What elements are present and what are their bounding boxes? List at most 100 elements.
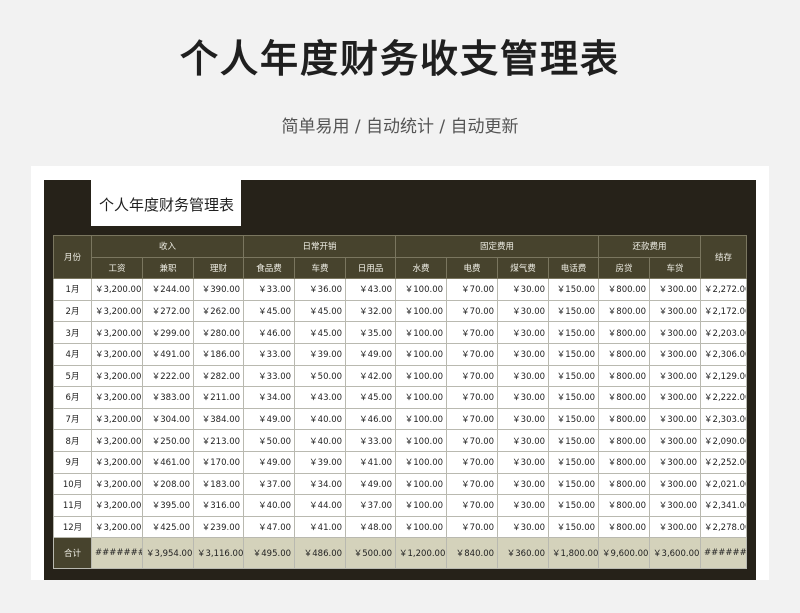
value-cell[interactable]: ￥150.00 (548, 342, 600, 366)
value-cell[interactable]: ￥41.00 (294, 515, 347, 539)
header-repay[interactable]: 还款费用 (598, 235, 702, 258)
value-cell[interactable]: ￥44.00 (294, 494, 347, 517)
subheader-cell[interactable]: 工资 (91, 256, 143, 280)
value-cell[interactable]: ￥280.00 (192, 321, 245, 344)
value-cell[interactable]: ￥39.00 (294, 450, 347, 474)
value-cell[interactable]: ￥40.00 (294, 429, 347, 452)
total-value-cell[interactable]: ######### (91, 537, 143, 570)
subheader-cell[interactable]: 日用品 (345, 256, 397, 280)
total-value-cell[interactable]: ￥1,800.00 (548, 537, 600, 570)
value-cell[interactable]: ￥300.00 (649, 450, 702, 474)
value-cell[interactable]: ￥30.00 (497, 429, 550, 452)
value-cell[interactable]: ￥211.00 (192, 386, 245, 409)
value-cell[interactable]: ￥70.00 (446, 342, 499, 366)
value-cell[interactable]: ￥35.00 (345, 321, 397, 344)
value-cell[interactable]: ￥300.00 (649, 299, 702, 323)
subheader-cell[interactable]: 房贷 (598, 256, 651, 280)
value-cell[interactable]: ￥300.00 (649, 515, 702, 539)
value-cell[interactable]: ￥299.00 (142, 321, 194, 344)
value-cell[interactable]: ￥3,200.00 (91, 321, 143, 344)
value-cell[interactable]: ￥45.00 (294, 299, 347, 323)
header-fixed[interactable]: 固定费用 (395, 235, 600, 258)
value-cell[interactable]: ￥70.00 (446, 364, 499, 388)
value-cell[interactable]: ￥3,200.00 (91, 407, 143, 431)
month-cell[interactable]: 6月 (53, 386, 92, 409)
sheet-title-cell[interactable]: 个人年度财务管理表 (91, 180, 241, 226)
total-label-cell[interactable]: 合计 (53, 537, 92, 570)
value-cell[interactable]: ￥150.00 (548, 407, 600, 431)
month-cell[interactable]: 9月 (53, 450, 92, 474)
value-cell[interactable]: ￥383.00 (142, 386, 194, 409)
value-cell[interactable]: ￥2,303.00 (700, 407, 748, 431)
value-cell[interactable]: ￥3,200.00 (91, 429, 143, 452)
value-cell[interactable]: ￥70.00 (446, 386, 499, 409)
value-cell[interactable]: ￥213.00 (192, 429, 245, 452)
value-cell[interactable]: ￥150.00 (548, 494, 600, 517)
total-value-cell[interactable]: ￥360.00 (497, 537, 550, 570)
value-cell[interactable]: ￥150.00 (548, 364, 600, 388)
total-value-cell[interactable]: ￥500.00 (345, 537, 397, 570)
value-cell[interactable]: ￥800.00 (598, 472, 651, 496)
value-cell[interactable]: ￥316.00 (192, 494, 245, 517)
value-cell[interactable]: ￥36.00 (294, 278, 347, 301)
value-cell[interactable]: ￥49.00 (243, 407, 296, 431)
value-cell[interactable]: ￥800.00 (598, 342, 651, 366)
value-cell[interactable]: ￥300.00 (649, 321, 702, 344)
subheader-cell[interactable]: 水费 (395, 256, 448, 280)
value-cell[interactable]: ￥30.00 (497, 472, 550, 496)
total-value-cell[interactable]: ￥3,954.00 (142, 537, 194, 570)
value-cell[interactable]: ￥33.00 (345, 429, 397, 452)
value-cell[interactable]: ￥800.00 (598, 450, 651, 474)
value-cell[interactable]: ￥300.00 (649, 278, 702, 301)
month-cell[interactable]: 5月 (53, 364, 92, 388)
value-cell[interactable]: ￥3,200.00 (91, 386, 143, 409)
value-cell[interactable]: ￥300.00 (649, 342, 702, 366)
value-cell[interactable]: ￥300.00 (649, 429, 702, 452)
value-cell[interactable]: ￥2,272.00 (700, 278, 748, 301)
value-cell[interactable]: ￥49.00 (345, 472, 397, 496)
value-cell[interactable]: ￥2,341.00 (700, 494, 748, 517)
month-cell[interactable]: 10月 (53, 472, 92, 496)
value-cell[interactable]: ￥3,200.00 (91, 364, 143, 388)
value-cell[interactable]: ￥30.00 (497, 321, 550, 344)
value-cell[interactable]: ￥100.00 (395, 386, 448, 409)
value-cell[interactable]: ￥70.00 (446, 321, 499, 344)
value-cell[interactable]: ￥208.00 (142, 472, 194, 496)
value-cell[interactable]: ￥304.00 (142, 407, 194, 431)
value-cell[interactable]: ￥70.00 (446, 429, 499, 452)
value-cell[interactable]: ￥33.00 (243, 278, 296, 301)
value-cell[interactable]: ￥100.00 (395, 407, 448, 431)
value-cell[interactable]: ￥100.00 (395, 364, 448, 388)
subheader-cell[interactable]: 车贷 (649, 256, 702, 280)
value-cell[interactable]: ￥3,200.00 (91, 450, 143, 474)
value-cell[interactable]: ￥2,090.00 (700, 429, 748, 452)
value-cell[interactable]: ￥34.00 (243, 386, 296, 409)
value-cell[interactable]: ￥2,278.00 (700, 515, 748, 539)
value-cell[interactable]: ￥100.00 (395, 278, 448, 301)
value-cell[interactable]: ￥50.00 (243, 429, 296, 452)
value-cell[interactable]: ￥3,200.00 (91, 342, 143, 366)
value-cell[interactable]: ￥70.00 (446, 494, 499, 517)
value-cell[interactable]: ￥30.00 (497, 386, 550, 409)
value-cell[interactable]: ￥43.00 (294, 386, 347, 409)
value-cell[interactable]: ￥41.00 (345, 450, 397, 474)
value-cell[interactable]: ￥150.00 (548, 450, 600, 474)
value-cell[interactable]: ￥390.00 (192, 278, 245, 301)
value-cell[interactable]: ￥3,200.00 (91, 299, 143, 323)
total-value-cell[interactable]: ￥840.00 (446, 537, 499, 570)
value-cell[interactable]: ￥100.00 (395, 342, 448, 366)
total-value-cell[interactable]: ￥495.00 (243, 537, 296, 570)
value-cell[interactable]: ￥800.00 (598, 278, 651, 301)
value-cell[interactable]: ￥2,172.00 (700, 299, 748, 323)
value-cell[interactable]: ￥800.00 (598, 299, 651, 323)
value-cell[interactable]: ￥70.00 (446, 472, 499, 496)
value-cell[interactable]: ￥100.00 (395, 515, 448, 539)
value-cell[interactable]: ￥33.00 (243, 342, 296, 366)
value-cell[interactable]: ￥300.00 (649, 386, 702, 409)
value-cell[interactable]: ￥491.00 (142, 342, 194, 366)
value-cell[interactable]: ￥42.00 (345, 364, 397, 388)
value-cell[interactable]: ￥183.00 (192, 472, 245, 496)
value-cell[interactable]: ￥2,129.00 (700, 364, 748, 388)
value-cell[interactable]: ￥222.00 (142, 364, 194, 388)
header-income[interactable]: 收入 (90, 235, 245, 258)
